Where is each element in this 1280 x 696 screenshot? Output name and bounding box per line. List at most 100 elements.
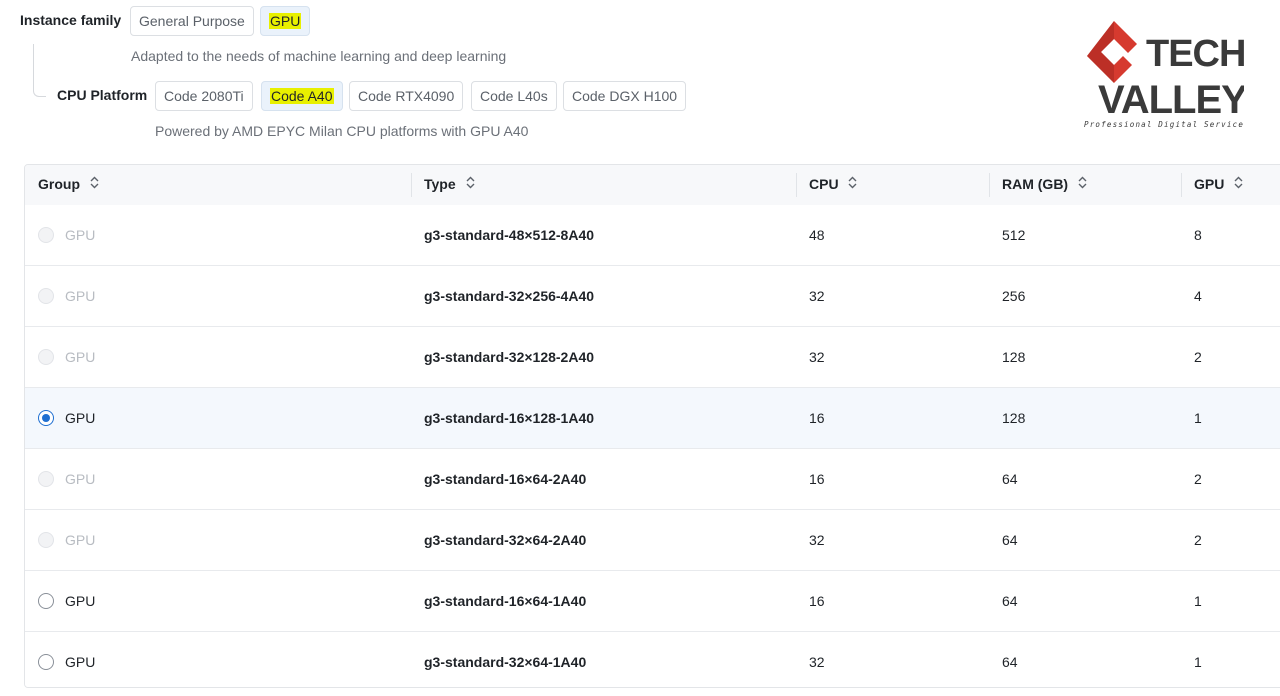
cell-type: g3-standard-16×128-1A40 bbox=[424, 410, 595, 426]
cell-type: g3-standard-16×64-2A40 bbox=[424, 471, 587, 487]
cell-type: g3-standard-32×128-2A40 bbox=[424, 349, 595, 365]
row-radio bbox=[38, 349, 54, 365]
cell-cpu: 16 bbox=[809, 410, 825, 426]
column-divider bbox=[1181, 173, 1182, 197]
sort-icon[interactable] bbox=[1078, 165, 1087, 203]
row-radio[interactable] bbox=[38, 654, 54, 670]
sort-icon[interactable] bbox=[466, 165, 475, 203]
cell-cpu: 32 bbox=[809, 532, 825, 548]
cell-ram: 512 bbox=[1002, 227, 1026, 243]
table-row: GPU g3-standard-48×512-8A40 48 512 8 bbox=[25, 205, 1280, 266]
cell-ram: 128 bbox=[1002, 349, 1026, 365]
table-row[interactable]: GPU g3-standard-16×64-1A40 16 64 1 bbox=[25, 571, 1280, 632]
column-header-gpu[interactable]: GPU bbox=[1194, 165, 1243, 205]
cell-group: GPU bbox=[65, 654, 96, 670]
cell-cpu: 48 bbox=[809, 227, 825, 243]
cpu-platform-label: CPU Platform bbox=[57, 87, 148, 103]
table-header: Group Type CPU RAM (GB) GPU bbox=[25, 165, 1280, 206]
column-header-ram[interactable]: RAM (GB) bbox=[1002, 165, 1087, 205]
cell-type: g3-standard-48×512-8A40 bbox=[424, 227, 595, 243]
cell-ram: 64 bbox=[1002, 654, 1018, 670]
sort-icon[interactable] bbox=[848, 165, 857, 203]
instance-family-label: Instance family bbox=[20, 12, 122, 28]
tree-connector bbox=[33, 44, 46, 97]
column-divider bbox=[411, 173, 412, 197]
cell-type: g3-standard-32×64-1A40 bbox=[424, 654, 587, 670]
cell-type: g3-standard-32×256-4A40 bbox=[424, 288, 595, 304]
cell-gpu: 1 bbox=[1194, 593, 1202, 609]
logo-line2: VALLEY bbox=[1098, 78, 1244, 122]
cpu-platform-description: Powered by AMD EPYC Milan CPU platforms … bbox=[155, 123, 529, 139]
column-divider bbox=[796, 173, 797, 197]
sort-icon[interactable] bbox=[90, 165, 99, 203]
cell-cpu: 32 bbox=[809, 288, 825, 304]
sort-icon[interactable] bbox=[1234, 165, 1243, 203]
cell-group: GPU bbox=[65, 349, 96, 365]
column-header-cpu[interactable]: CPU bbox=[809, 165, 857, 205]
logo-tagline: Professional Digital Service bbox=[1084, 120, 1244, 129]
chip-label: Code L40s bbox=[480, 88, 548, 104]
column-title: CPU bbox=[809, 176, 839, 192]
chip-label: Code 2080Ti bbox=[164, 88, 244, 104]
tech-valley-logo: TECH VALLEY Professional Digital Service bbox=[1084, 18, 1249, 130]
instance-type-table: Group Type CPU RAM (GB) GPU GPU g3-stand… bbox=[24, 164, 1280, 688]
column-title: Group bbox=[38, 176, 80, 192]
cell-ram: 256 bbox=[1002, 288, 1026, 304]
cpu-platform-rtx4090[interactable]: Code RTX4090 bbox=[349, 81, 464, 111]
cell-gpu: 1 bbox=[1194, 654, 1202, 670]
table-row-selected[interactable]: GPU g3-standard-16×128-1A40 16 128 1 bbox=[25, 388, 1280, 449]
cell-group: GPU bbox=[65, 471, 96, 487]
row-radio bbox=[38, 227, 54, 243]
cell-gpu: 2 bbox=[1194, 349, 1202, 365]
column-header-type[interactable]: Type bbox=[424, 165, 475, 205]
cell-cpu: 32 bbox=[809, 654, 825, 670]
cpu-platform-a40[interactable]: Code A40 bbox=[261, 81, 343, 111]
table-row[interactable]: GPU g3-standard-32×64-1A40 32 64 1 bbox=[25, 632, 1280, 687]
table-row: GPU g3-standard-32×128-2A40 32 128 2 bbox=[25, 327, 1280, 388]
cpu-platform-2080ti[interactable]: Code 2080Ti bbox=[155, 81, 253, 111]
cell-gpu: 1 bbox=[1194, 410, 1202, 426]
row-radio bbox=[38, 471, 54, 487]
table-row: GPU g3-standard-32×256-4A40 32 256 4 bbox=[25, 266, 1280, 327]
cell-group: GPU bbox=[65, 410, 96, 426]
cell-group: GPU bbox=[65, 532, 96, 548]
cpu-platform-dgx-h100[interactable]: Code DGX H100 bbox=[563, 81, 687, 111]
chip-label: Code RTX4090 bbox=[358, 88, 455, 104]
table-row: GPU g3-standard-32×64-2A40 32 64 2 bbox=[25, 510, 1280, 571]
table-row: GPU g3-standard-16×64-2A40 16 64 2 bbox=[25, 449, 1280, 510]
cell-ram: 128 bbox=[1002, 410, 1026, 426]
instance-family-general-purpose[interactable]: General Purpose bbox=[130, 6, 254, 36]
chip-label: GPU bbox=[269, 13, 302, 29]
chip-label: Code A40 bbox=[270, 88, 334, 104]
row-radio bbox=[38, 288, 54, 304]
cell-gpu: 4 bbox=[1194, 288, 1202, 304]
column-divider bbox=[989, 173, 990, 197]
cell-ram: 64 bbox=[1002, 593, 1018, 609]
instance-family-description: Adapted to the needs of machine learning… bbox=[131, 48, 507, 64]
cell-cpu: 16 bbox=[809, 471, 825, 487]
row-radio bbox=[38, 532, 54, 548]
chip-label: Code DGX H100 bbox=[572, 88, 678, 104]
cell-group: GPU bbox=[65, 593, 96, 609]
cell-group: GPU bbox=[65, 288, 96, 304]
cell-gpu: 2 bbox=[1194, 471, 1202, 487]
cell-ram: 64 bbox=[1002, 471, 1018, 487]
column-title: Type bbox=[424, 176, 456, 192]
logo-line1: TECH bbox=[1146, 33, 1244, 75]
column-title: GPU bbox=[1194, 176, 1225, 192]
chip-label: General Purpose bbox=[139, 13, 245, 29]
cpu-platform-l40s[interactable]: Code L40s bbox=[471, 81, 557, 111]
cell-type: g3-standard-32×64-2A40 bbox=[424, 532, 587, 548]
cell-cpu: 32 bbox=[809, 349, 825, 365]
cell-gpu: 2 bbox=[1194, 532, 1202, 548]
row-radio[interactable] bbox=[38, 410, 54, 426]
cell-ram: 64 bbox=[1002, 532, 1018, 548]
logo-mark-icon: TECH VALLEY Professional Digital Service bbox=[1084, 21, 1249, 129]
cell-gpu: 8 bbox=[1194, 227, 1202, 243]
row-radio[interactable] bbox=[38, 593, 54, 609]
instance-family-gpu[interactable]: GPU bbox=[260, 6, 311, 36]
cell-type: g3-standard-16×64-1A40 bbox=[424, 593, 587, 609]
column-header-group[interactable]: Group bbox=[38, 165, 99, 205]
cell-group: GPU bbox=[65, 227, 96, 243]
cell-cpu: 16 bbox=[809, 593, 825, 609]
